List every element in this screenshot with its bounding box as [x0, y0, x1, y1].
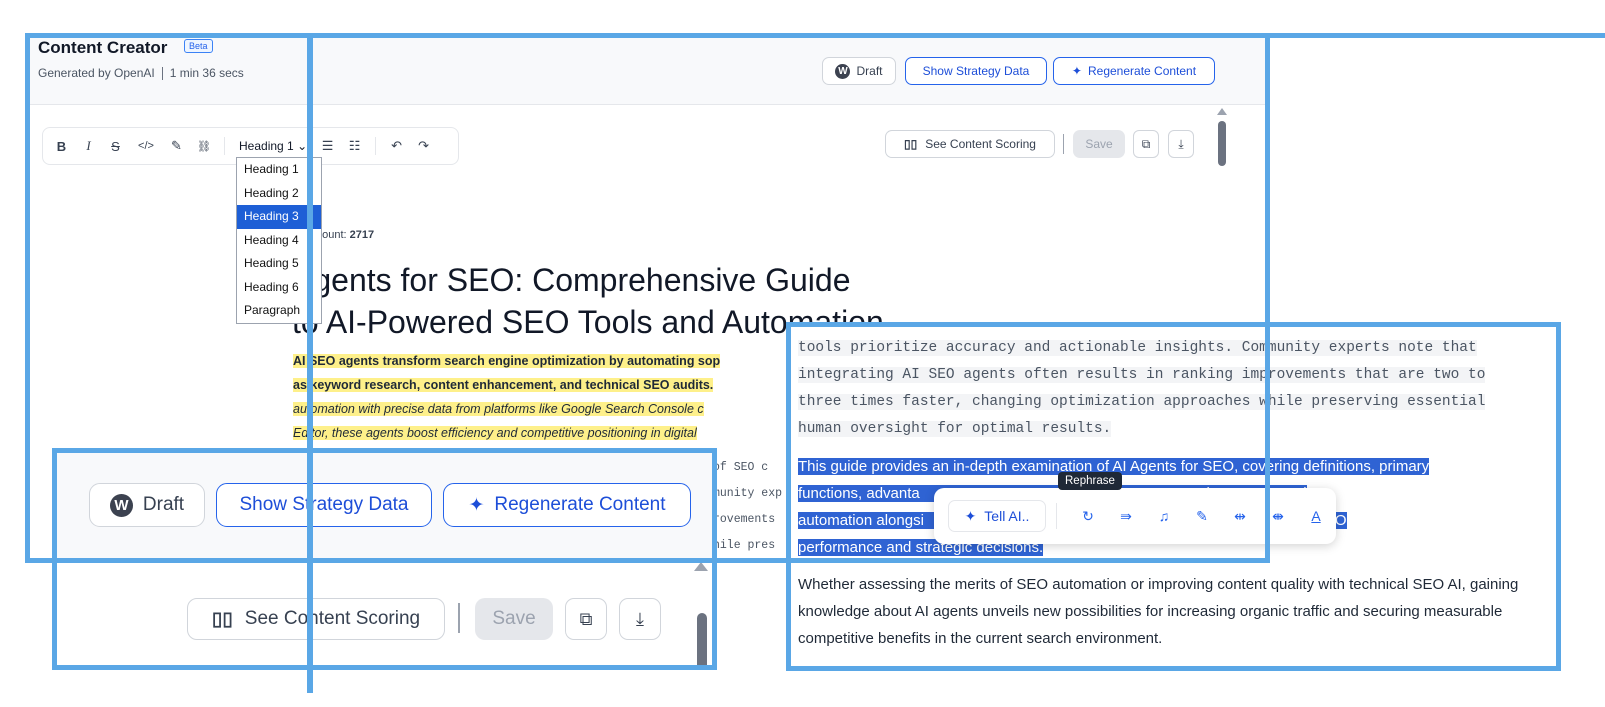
annotation-frame-line	[1228, 33, 1605, 38]
annotation-frame	[786, 322, 1561, 671]
annotation-frame	[52, 448, 717, 670]
